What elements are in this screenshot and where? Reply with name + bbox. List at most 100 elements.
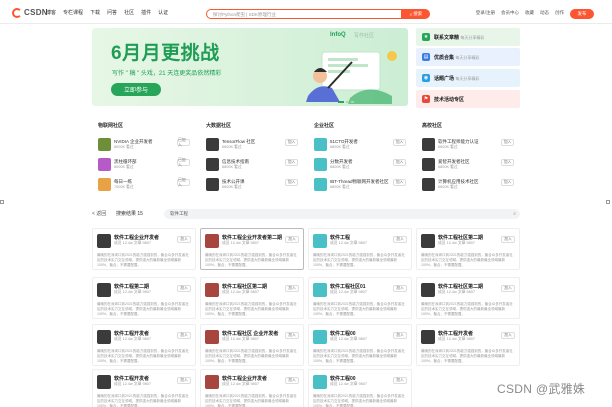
search-icon[interactable]: ⌕ (513, 211, 516, 217)
join-button[interactable]: 加入 (177, 285, 191, 292)
nav-item-blog[interactable]: 博客 (46, 9, 56, 16)
back-link[interactable]: < 返回 (92, 210, 106, 217)
join-button[interactable]: 加入 (501, 285, 515, 292)
result-card[interactable]: 软件工程社区01 成员 12.4w 文章 9807 加入 最晚的在深圳口到2021的能… (308, 277, 412, 319)
banner-pagination[interactable] (338, 101, 354, 103)
community-item[interactable]: 爱智开发者社区 6800K 看过 加入 (422, 155, 514, 173)
vip-link[interactable]: 会员中心 (501, 10, 519, 16)
search-input[interactable]: 探讨Python爬虫 | SDK原理行业 (206, 9, 402, 19)
join-button[interactable]: 加入 (285, 377, 299, 384)
community-heading[interactable]: 大数据社区 (206, 122, 298, 129)
side-card-events[interactable]: ⚑ 技术活动专区 (416, 90, 520, 108)
join-button[interactable]: 加入 (285, 159, 298, 166)
publish-button[interactable]: 发布 (570, 9, 594, 19)
community-item[interactable]: 信息技术指南 6800K 看过 加入 (206, 155, 298, 173)
result-card[interactable]: 软件工程社区第二期 成员 12.4w 文章 9807 加入 最晚的在深圳口到2021的… (200, 277, 304, 319)
community-item[interactable]: IBT-Thread物联网开发者社区 6800K 看过 加入 (314, 175, 406, 193)
community-heading[interactable]: 高校社区 (422, 122, 514, 129)
result-card[interactable]: 软件工程开发者 成员 12.4w 文章 9807 加入 最晚的在深圳口到2021的能力… (92, 324, 196, 366)
activity-link[interactable]: 动态 (540, 10, 549, 16)
banner-button-label: 立即参与 (123, 88, 148, 94)
join-button[interactable]: 已加入 (177, 138, 190, 147)
join-button[interactable]: 加入 (393, 179, 406, 186)
community-item[interactable]: 51CTO开发者 6800K 看过 加入 (314, 135, 406, 153)
side-card-featured[interactable]: ★ 联系文章精 每天分享精彩 (416, 28, 520, 46)
join-button[interactable]: 加入 (501, 179, 514, 186)
join-button[interactable]: 加入 (393, 139, 406, 146)
community-item[interactable]: 计算机应用技术社区 6800K 看过 加入 (422, 175, 514, 193)
join-button[interactable]: 加入 (177, 332, 191, 339)
result-card[interactable]: 软件工程 成员 12.4w 文章 9807 加入 最晚的在深圳口到2021的能力强强到… (308, 228, 412, 270)
join-button[interactable]: 加入 (501, 332, 515, 339)
community-item[interactable]: 每日一练 7000K 看过 已加入 (98, 175, 190, 193)
join-button[interactable]: 加入 (285, 139, 298, 146)
result-card[interactable]: 软件工程企业开发者 成员 12.4w 文章 9807 加入 最晚的在深圳口到2021的… (200, 369, 304, 407)
join-button[interactable]: 加入 (501, 236, 515, 243)
result-card[interactable]: 软件工程社区第二期 成员 12.4w 文章 9807 加入 最晚的在深圳口到2021的… (416, 228, 520, 270)
community-meta: 6800K 看过 (438, 184, 458, 189)
results-search-input[interactable]: 软件工程 ⌕ (164, 209, 520, 219)
community-avatar (422, 177, 435, 191)
banner-subtitle: 写作 " 稿 " 头戏，21 天连更奖品依然精彩 (112, 71, 222, 77)
join-button[interactable]: 加入 (285, 332, 299, 339)
community-item[interactable]: 技术公开课 6800K 看过 加入 (206, 175, 298, 193)
join-button[interactable]: 加入 (177, 377, 191, 384)
book-icon: ▤ (422, 53, 430, 61)
result-card[interactable]: 软件工程社区 企业开发者 成员 12.4w 文章 9807 加入 最晚的在深圳口到20… (200, 324, 304, 366)
join-button[interactable]: 加入 (393, 236, 407, 243)
community-heading[interactable]: 物联网社区 (98, 122, 190, 129)
favorites-link[interactable]: 收藏 (525, 10, 534, 16)
result-card[interactable]: 软件工程00 成员 12.4w 文章 9807 加入 最晚的在深圳口到2021的能力强… (308, 324, 412, 366)
resize-handle-left[interactable] (0, 200, 4, 204)
side-card-topics[interactable]: ◉ 话题广场 每天分享精彩 (416, 69, 520, 87)
result-card[interactable]: 软件工程社区第二期 成员 12.4w 文章 9807 加入 最晚的在深圳口到2021的… (416, 277, 520, 319)
join-button[interactable]: 加入 (501, 159, 514, 166)
card-description: 最晚的在深圳口到2021的能力强强到的，聚合众多开发者社区的技术实力交互领域，提… (205, 253, 297, 267)
community-item[interactable]: 黑柱循环部 8000K 看过 已加入 (98, 155, 190, 173)
join-button[interactable]: 加入 (285, 236, 299, 243)
banner-dot[interactable] (351, 101, 354, 103)
nav-item-courses[interactable]: 专栏课程 (63, 9, 83, 16)
side-card-collections[interactable]: ▤ 优质合集 每天分享精彩 (416, 48, 520, 66)
card-meta: 成员 12.4w 文章 9807 (114, 290, 151, 294)
result-card[interactable]: 软件工程00 成员 12.4w 文章 9807 加入 最晚的在深圳口到2021的能力强… (308, 369, 412, 407)
nav-item-qa[interactable]: 问答 (107, 9, 117, 16)
join-button[interactable]: 加入 (285, 285, 299, 292)
community-item[interactable]: NVIDIA 企业开发者 8000K 看过 已加入 (98, 135, 190, 153)
community-meta: 6800K 看过 (330, 144, 350, 149)
result-card[interactable]: 软件工程企业开发者 成员 12.4w 文章 9807 加入 最晚的在深圳口到2021的… (92, 228, 196, 270)
community-item[interactable]: TensorFlow 社区 6800K 看过 加入 (206, 135, 298, 153)
join-button[interactable]: 已加入 (177, 158, 190, 167)
result-card[interactable]: 软件工程第二期 成员 12.4w 文章 9807 加入 最晚的在深圳口到2021的能力… (92, 277, 196, 319)
join-button[interactable]: 加入 (177, 236, 191, 243)
nav-item-plugin[interactable]: 插件 (141, 9, 151, 16)
login-link[interactable]: 登录/注册 (476, 10, 495, 16)
join-button[interactable]: 加入 (393, 332, 407, 339)
nav-item-cert[interactable]: 认证 (158, 9, 168, 16)
join-button[interactable]: 已加入 (177, 178, 190, 187)
csdn-logo[interactable]: CSDN (12, 7, 48, 18)
result-card[interactable]: 软件工程开发者 成员 12.4w 文章 9807 加入 最晚的在深圳口到2021的能力… (416, 324, 520, 366)
join-button[interactable]: 加入 (393, 377, 407, 384)
community-avatar (206, 157, 219, 171)
banner-dot[interactable] (346, 101, 349, 103)
nav-item-community[interactable]: 社区 (124, 9, 134, 16)
community-item[interactable]: 分数开发者 6800K 看过 加入 (314, 155, 406, 173)
promo-banner[interactable]: 6月月更挑战 写作 " 稿 " 头戏，21 天连更奖品依然精彩 立即参与 Inf… (92, 28, 408, 106)
result-card[interactable]: 软件工程开发者 成员 12.4w 文章 9807 加入 最晚的在深圳口到2021的能力… (92, 369, 196, 407)
create-link[interactable]: 创作 (555, 10, 564, 16)
resize-handle-right[interactable] (606, 200, 610, 204)
join-button[interactable]: 加入 (285, 179, 298, 186)
community-item[interactable]: 软件工程师能力认证 6800K 看过 加入 (422, 135, 514, 153)
community-heading[interactable]: 企业社区 (314, 122, 406, 129)
join-button[interactable]: 加入 (393, 159, 406, 166)
result-card[interactable]: 软件工程企业开发者第二期 成员 12.4w 文章 9807 加入 最晚的在深圳口到20… (200, 228, 304, 270)
join-button[interactable]: 加入 (501, 139, 514, 146)
banner-dot-active[interactable] (338, 101, 344, 103)
nav-item-download[interactable]: 下载 (90, 9, 100, 16)
community-avatar (98, 177, 111, 191)
card-description: 最晚的在深圳口到2021的能力强强到的，聚合众多开发者社区的技术实力交互领域，提… (421, 253, 513, 267)
banner-join-button[interactable]: 立即参与 (111, 83, 161, 96)
join-button[interactable]: 加入 (393, 285, 407, 292)
search-button[interactable]: ⌕ 搜索 (402, 9, 430, 19)
